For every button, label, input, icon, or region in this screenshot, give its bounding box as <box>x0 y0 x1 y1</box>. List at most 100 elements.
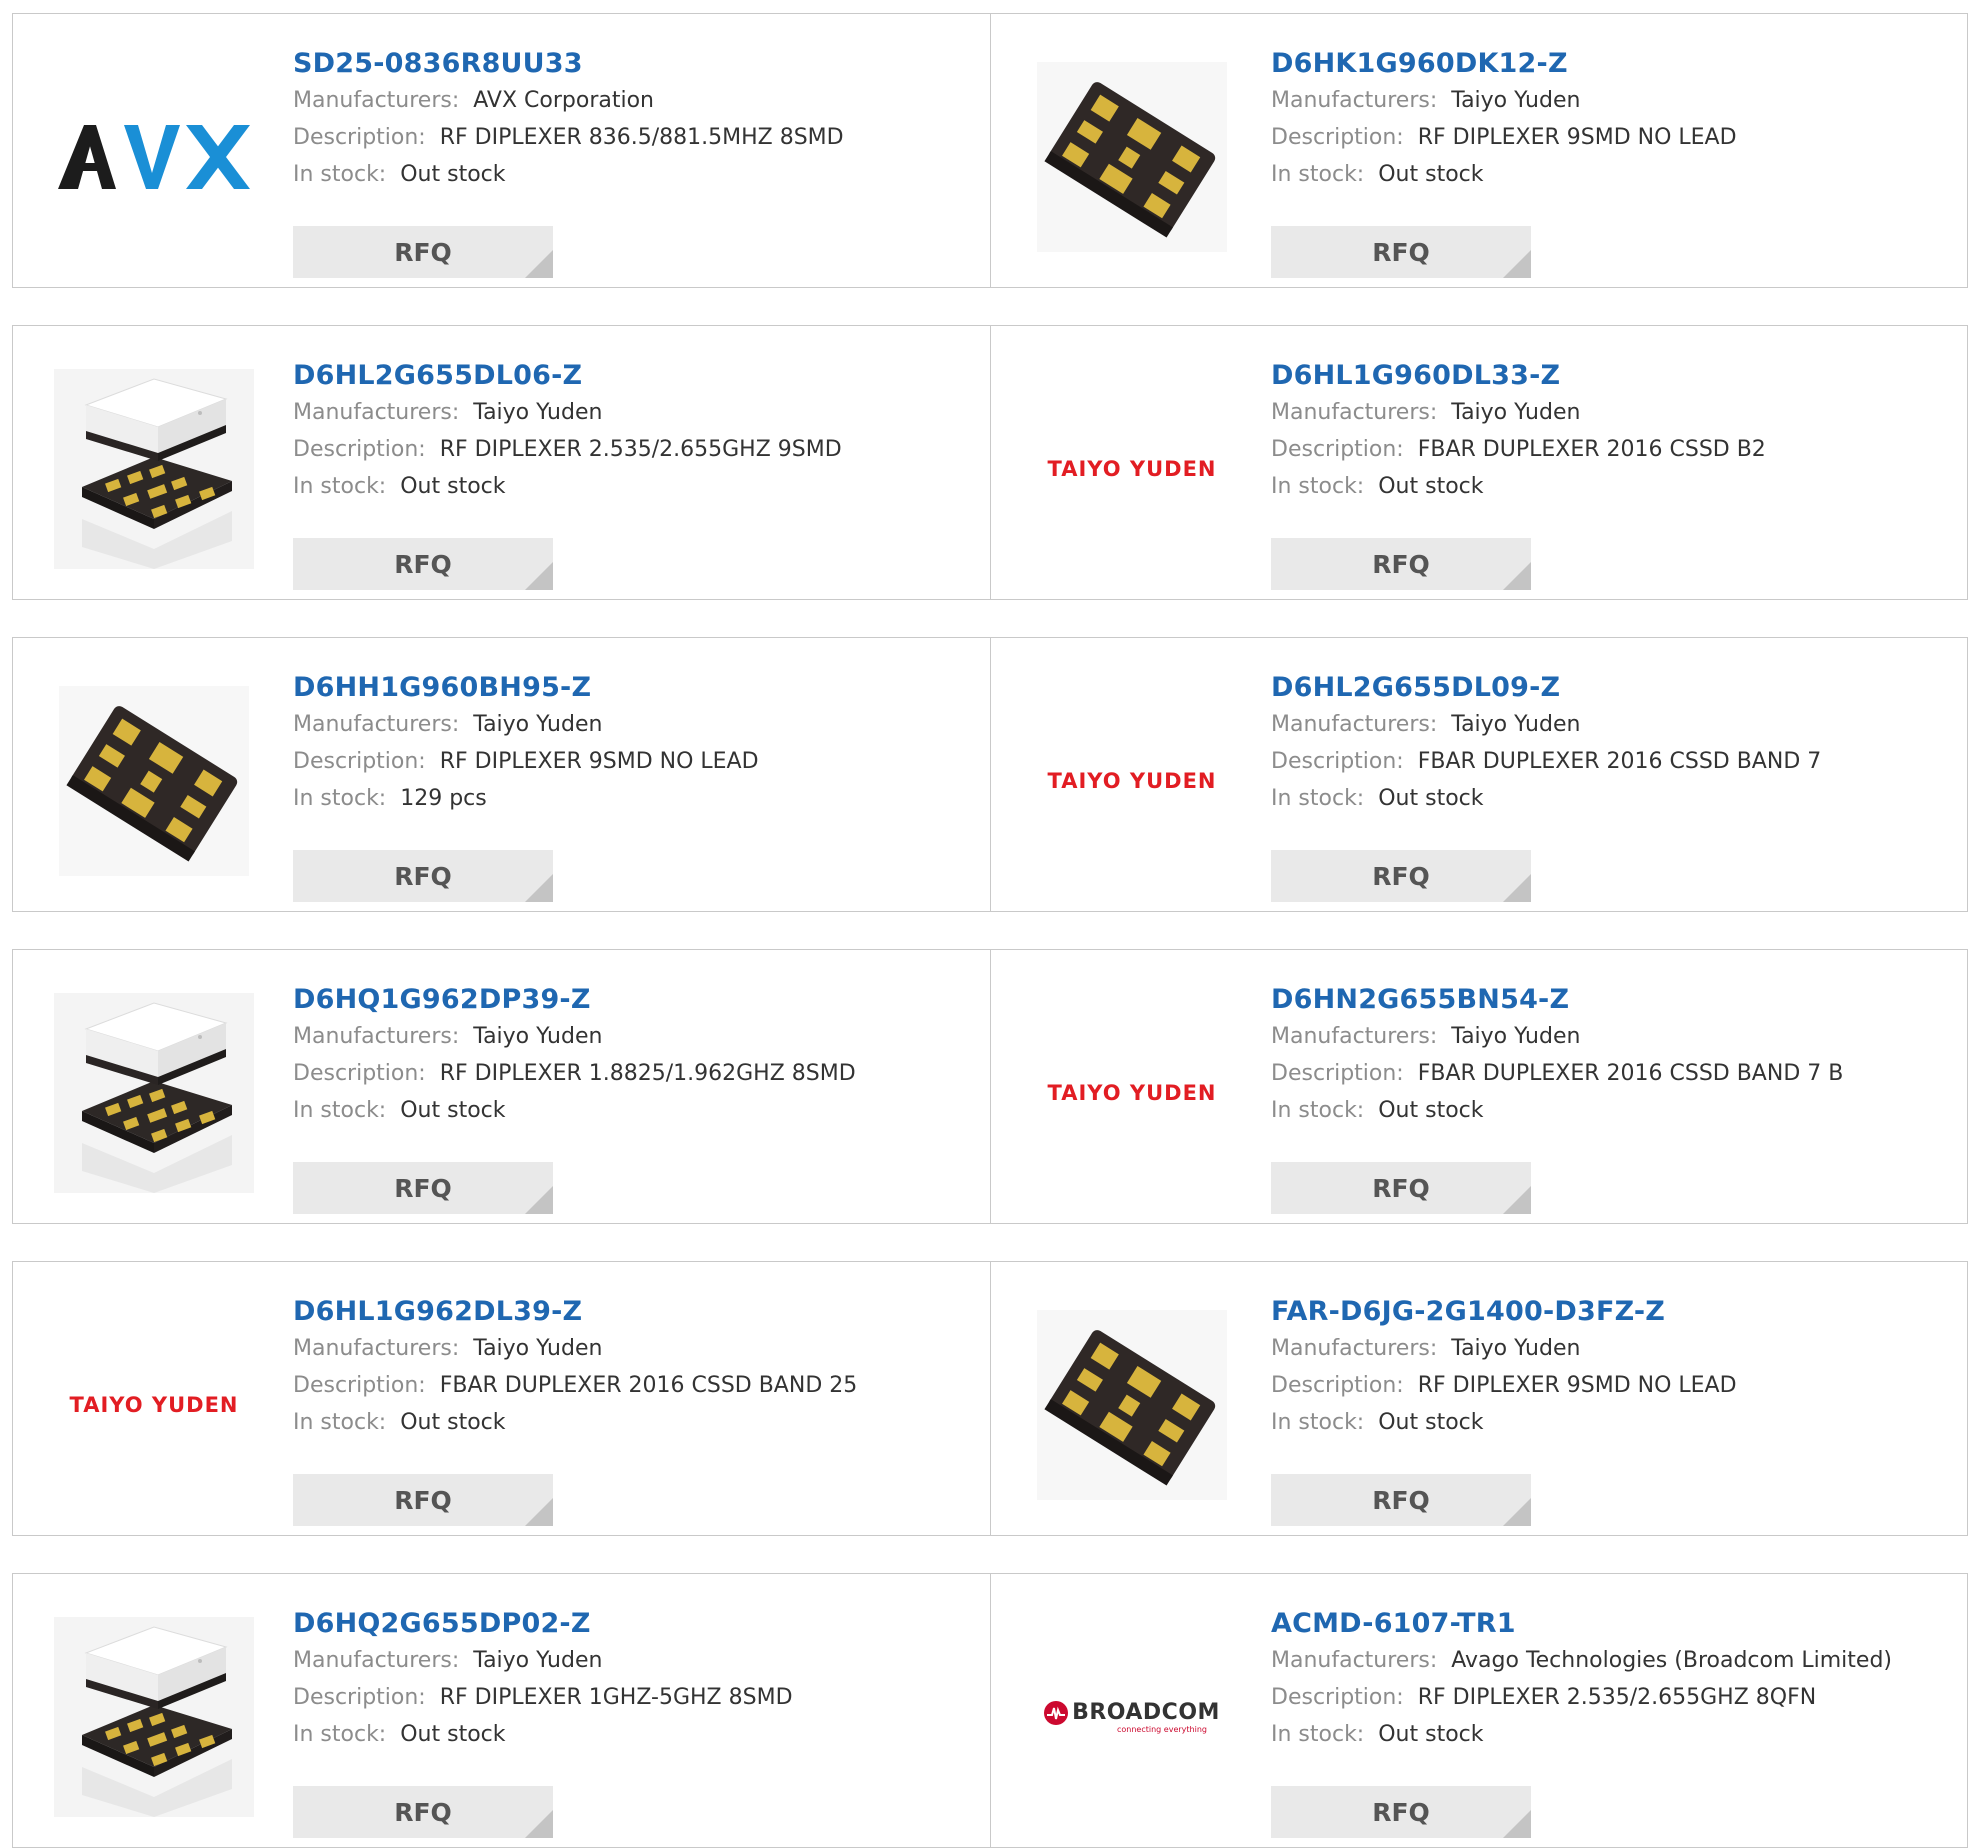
description-value: FBAR DUPLEXER 2016 CSSD BAND 25 <box>439 1373 858 1398</box>
product-card: TAIYO YUDEN D6HL1G962DL39-Z Manufacturers:… <box>13 1262 990 1535</box>
rfq-label: RFQ <box>1372 549 1430 579</box>
manufacturer-line: Manufacturers: AVX Corporation <box>293 82 970 119</box>
rfq-button[interactable]: RFQ <box>1271 538 1531 590</box>
part-number-link[interactable]: ACMD-6107-TR1 <box>1271 1606 1948 1642</box>
manufacturer-value: Taiyo Yuden <box>473 712 603 737</box>
product-image[interactable]: BROADCOM connecting everything <box>1029 1614 1235 1820</box>
part-number-link[interactable]: D6HL1G962DL39-Z <box>293 1294 970 1330</box>
stock-line: In stock: Out stock <box>293 156 970 193</box>
product-image[interactable] <box>51 678 257 884</box>
product-image[interactable] <box>1029 1302 1235 1508</box>
stock-value: Out stock <box>400 1722 506 1747</box>
rfq-button[interactable]: RFQ <box>1271 1162 1531 1214</box>
product-image[interactable] <box>51 54 257 260</box>
product-image[interactable]: TAIYO YUDEN <box>1029 678 1235 884</box>
description-line: Description: FBAR DUPLEXER 2016 CSSD BAND… <box>1271 743 1948 780</box>
product-image[interactable] <box>51 990 257 1196</box>
part-number-link[interactable]: D6HK1G960DK12-Z <box>1271 46 1948 82</box>
description-line: Description: FBAR DUPLEXER 2016 CSSD BAND… <box>1271 1055 1948 1092</box>
product-image[interactable]: TAIYO YUDEN <box>1029 990 1235 1196</box>
stock-label: In stock: <box>293 1410 387 1435</box>
stock-label: In stock: <box>1271 162 1365 187</box>
description-line: Description: RF DIPLEXER 1.8825/1.962GHZ … <box>293 1055 970 1092</box>
rfq-corner-triangle <box>525 250 553 278</box>
description-line: Description: RF DIPLEXER 9SMD NO LEAD <box>1271 1367 1948 1404</box>
description-line: Description: RF DIPLEXER 2.535/2.655GHZ 9… <box>293 431 970 468</box>
rfq-button[interactable]: RFQ <box>293 1474 553 1526</box>
part-number-link[interactable]: D6HL1G960DL33-Z <box>1271 358 1948 394</box>
manufacturer-label: Manufacturers: <box>1271 400 1438 425</box>
manufacturer-line: Manufacturers: Taiyo Yuden <box>1271 1018 1948 1055</box>
stock-line: In stock: Out stock <box>1271 780 1948 817</box>
rfq-button[interactable]: RFQ <box>1271 850 1531 902</box>
manufacturer-value: Taiyo Yuden <box>473 1648 603 1673</box>
part-number-link[interactable]: FAR-D6JG-2G1400-D3FZ-Z <box>1271 1294 1948 1330</box>
product-image[interactable] <box>1029 54 1235 260</box>
rfq-corner-triangle <box>1503 1810 1531 1838</box>
rfq-label: RFQ <box>394 1485 452 1515</box>
part-number-link[interactable]: D6HH1G960BH95-Z <box>293 670 970 706</box>
rfq-button[interactable]: RFQ <box>1271 1786 1531 1838</box>
description-value: FBAR DUPLEXER 2016 CSSD BAND 7 <box>1417 749 1822 774</box>
rfq-corner-triangle <box>525 1810 553 1838</box>
product-image[interactable] <box>51 1614 257 1820</box>
description-line: Description: RF DIPLEXER 2.535/2.655GHZ 8… <box>1271 1679 1948 1716</box>
part-number-link[interactable]: D6HQ1G962DP39-Z <box>293 982 970 1018</box>
rfq-button[interactable]: RFQ <box>293 538 553 590</box>
manufacturer-value: Avago Technologies (Broadcom Limited) <box>1451 1648 1893 1673</box>
taiyo-yuden-logo-text: TAIYO YUDEN <box>1047 769 1217 793</box>
description-value: RF DIPLEXER 9SMD NO LEAD <box>1417 1373 1737 1398</box>
rfq-label: RFQ <box>394 549 452 579</box>
stock-value: Out stock <box>1378 1722 1484 1747</box>
rfq-corner-triangle <box>1503 562 1531 590</box>
part-number-link[interactable]: D6HL2G655DL09-Z <box>1271 670 1948 706</box>
part-number-link[interactable]: D6HN2G655BN54-Z <box>1271 982 1948 1018</box>
rfq-button[interactable]: RFQ <box>293 1162 553 1214</box>
stock-value: Out stock <box>1378 786 1484 811</box>
manufacturer-line: Manufacturers: Taiyo Yuden <box>293 1018 970 1055</box>
manufacturer-label: Manufacturers: <box>1271 88 1438 113</box>
product-row: D6HL2G655DL06-Z Manufacturers: Taiyo Yuden… <box>12 325 1968 600</box>
taiyo-yuden-logo-text: TAIYO YUDEN <box>1047 1081 1217 1105</box>
part-number-link[interactable]: D6HQ2G655DP02-Z <box>293 1606 970 1642</box>
stock-line: In stock: Out stock <box>293 468 970 505</box>
manufacturer-value: Taiyo Yuden <box>1451 712 1581 737</box>
product-card: D6HK1G960DK12-Z Manufacturers: Taiyo Yuden… <box>991 14 1968 287</box>
product-row: D6HH1G960BH95-Z Manufacturers: Taiyo Yuden… <box>12 637 1968 912</box>
description-label: Description: <box>1271 1685 1404 1710</box>
product-image[interactable]: TAIYO YUDEN <box>1029 366 1235 572</box>
manufacturer-line: Manufacturers: Taiyo Yuden <box>1271 1330 1948 1367</box>
stock-line: In stock: Out stock <box>293 1404 970 1441</box>
description-value: FBAR DUPLEXER 2016 CSSD BAND 7 B <box>1417 1061 1844 1086</box>
stock-line: In stock: Out stock <box>1271 1716 1948 1753</box>
product-grid: SD25-0836R8UU33 Manufacturers: AVX Corpora… <box>0 0 1969 1848</box>
rfq-label: RFQ <box>394 1173 452 1203</box>
stock-line: In stock: Out stock <box>1271 1404 1948 1441</box>
product-image[interactable] <box>51 366 257 572</box>
product-card: TAIYO YUDEN D6HL1G960DL33-Z Manufacturers:… <box>991 326 1968 599</box>
product-card: D6HQ1G962DP39-Z Manufacturers: Taiyo Yuden… <box>13 950 990 1223</box>
description-line: Description: RF DIPLEXER 1GHZ-5GHZ 8SMD <box>293 1679 970 1716</box>
description-label: Description: <box>293 1061 426 1086</box>
product-image[interactable]: TAIYO YUDEN <box>51 1302 257 1508</box>
stock-value: Out stock <box>1378 1098 1484 1123</box>
product-row: TAIYO YUDEN D6HL1G962DL39-Z Manufacturers:… <box>12 1261 1968 1536</box>
part-number-link[interactable]: SD25-0836R8UU33 <box>293 46 970 82</box>
description-value: RF DIPLEXER 2.535/2.655GHZ 8QFN <box>1417 1685 1817 1710</box>
stock-value: Out stock <box>400 474 506 499</box>
rfq-corner-triangle <box>1503 1498 1531 1526</box>
rfq-button[interactable]: RFQ <box>293 1786 553 1838</box>
description-line: Description: RF DIPLEXER 836.5/881.5MHZ 8… <box>293 119 970 156</box>
manufacturer-line: Manufacturers: Taiyo Yuden <box>293 1330 970 1367</box>
manufacturer-label: Manufacturers: <box>293 1336 460 1361</box>
rfq-button[interactable]: RFQ <box>293 226 553 278</box>
rfq-label: RFQ <box>394 1797 452 1827</box>
part-number-link[interactable]: D6HL2G655DL06-Z <box>293 358 970 394</box>
rfq-button[interactable]: RFQ <box>1271 226 1531 278</box>
stock-line: In stock: Out stock <box>1271 468 1948 505</box>
stock-value: Out stock <box>400 1098 506 1123</box>
rfq-button[interactable]: RFQ <box>293 850 553 902</box>
rfq-label: RFQ <box>1372 237 1430 267</box>
rfq-button[interactable]: RFQ <box>1271 1474 1531 1526</box>
stock-line: In stock: Out stock <box>293 1716 970 1753</box>
